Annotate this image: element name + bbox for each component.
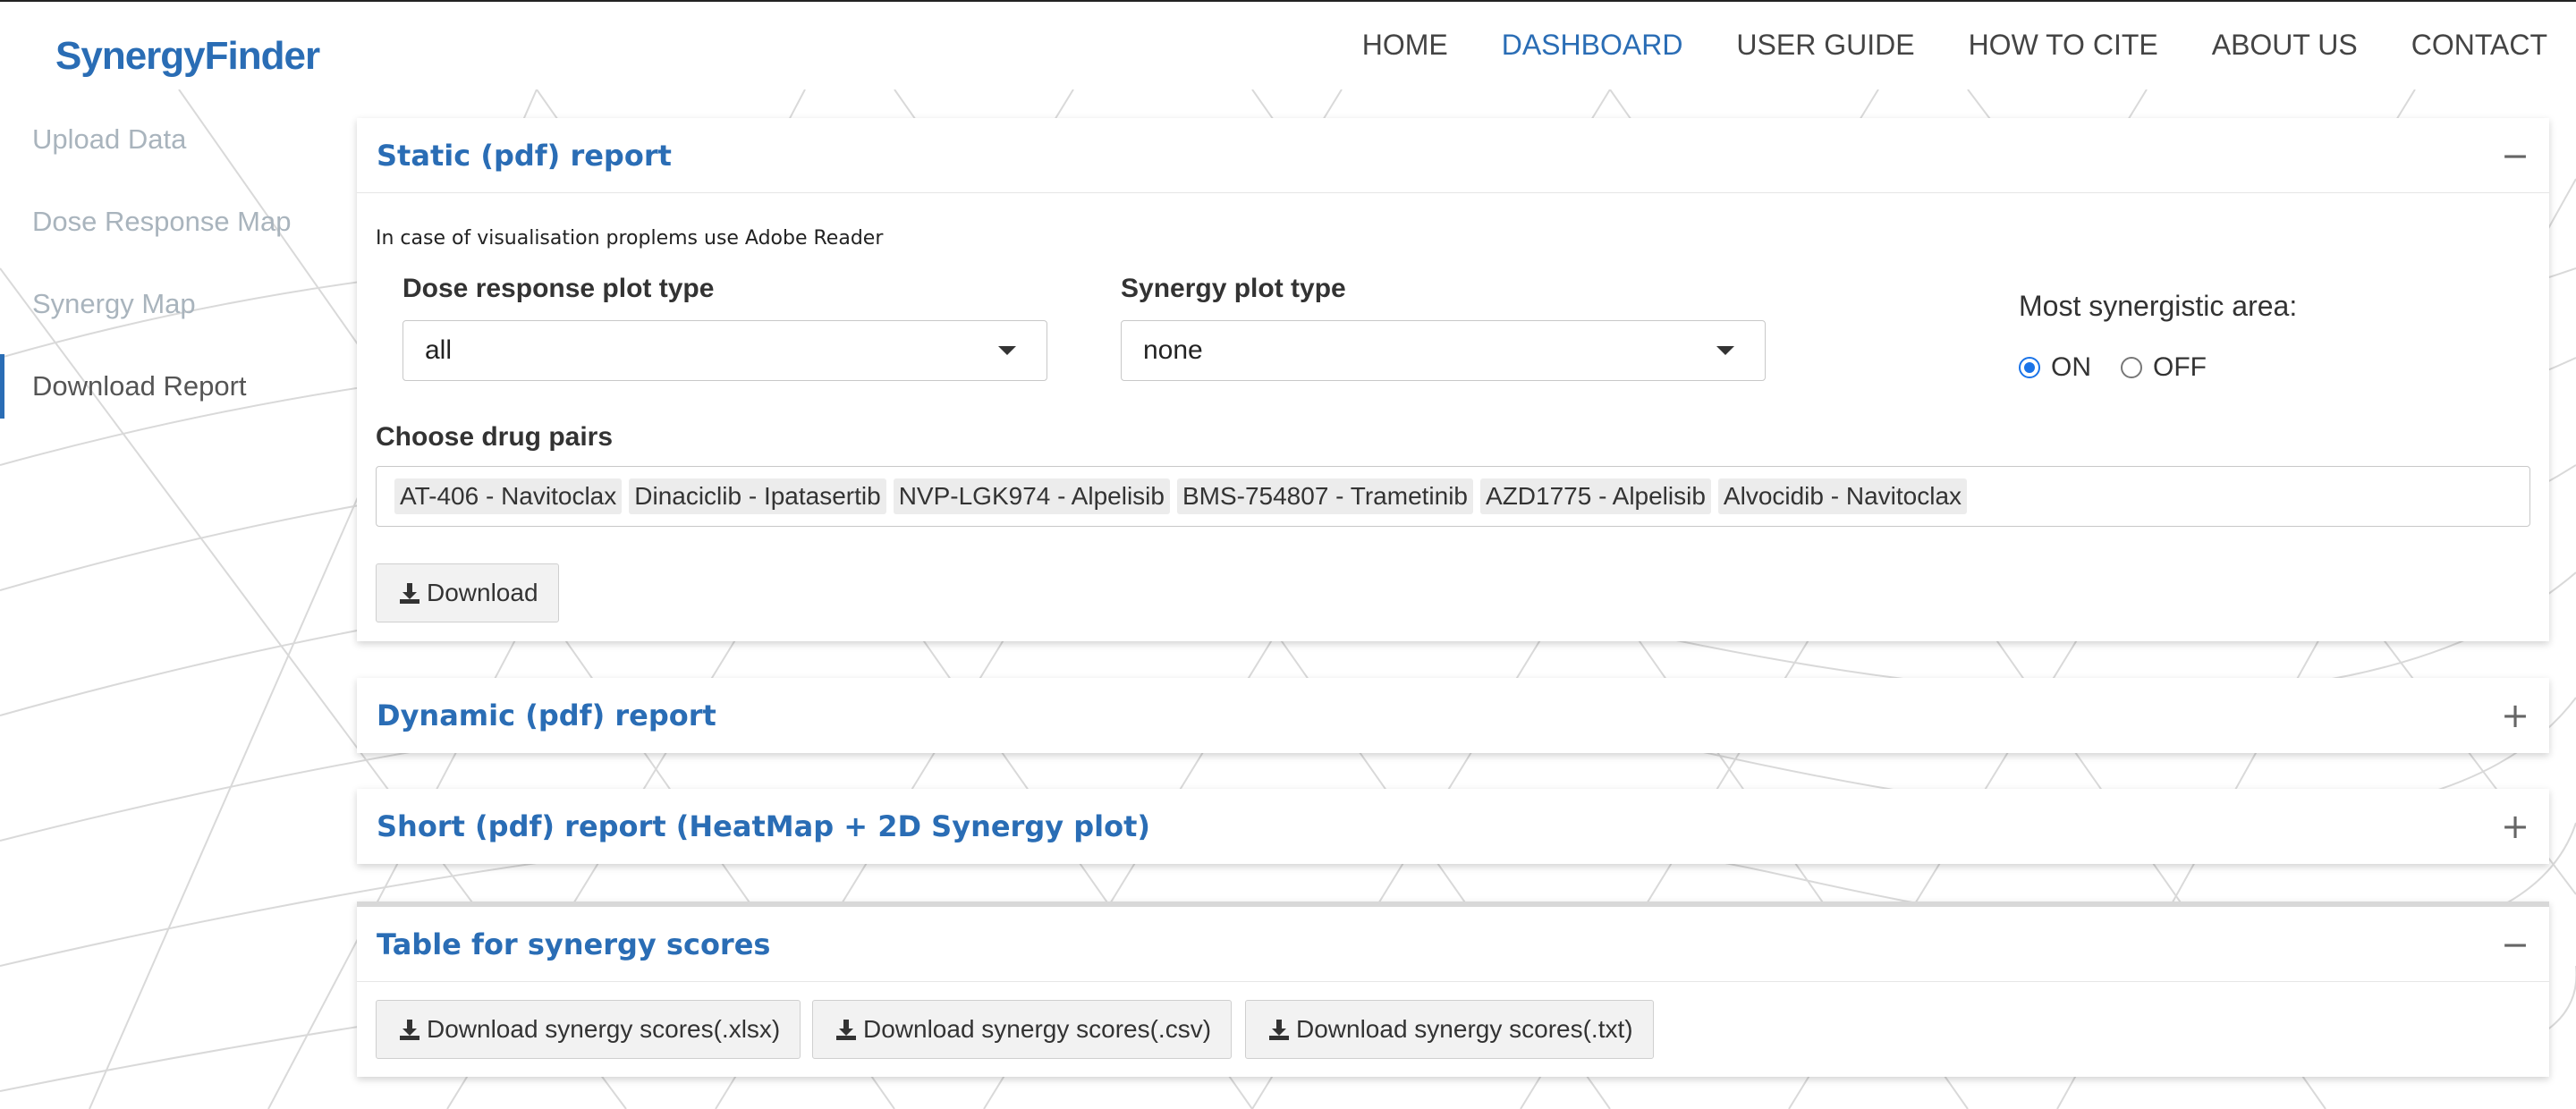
sidebar-item-download-report[interactable]: Download Report [0,345,340,428]
nav-how-to-cite[interactable]: HOW TO CITE [1969,29,2158,62]
panel-title: Dynamic (pdf) report [377,698,716,732]
radio-off-label: OFF [2153,352,2207,382]
download-csv-button[interactable]: Download synergy scores(.csv) [812,1000,1233,1059]
download-xlsx-button[interactable]: Download synergy scores(.xlsx) [376,1000,801,1059]
logo-text: SynergyFinder [55,34,320,78]
adobe-reader-note: In case of visualisation proplems use Ad… [376,227,884,250]
drug-pair-tag[interactable]: BMS-754807 - Trametinib [1176,478,1474,514]
download-label: Download [427,579,538,606]
expand-icon[interactable]: + [2501,809,2529,843]
panel-title: Table for synergy scores [377,927,771,961]
dose-plot-type-label: Dose response plot type [402,274,715,303]
most-synergistic-area-label: Most synergistic area: [2019,290,2298,322]
nav-home[interactable]: HOME [1362,29,1448,62]
expand-icon[interactable]: + [2501,698,2529,732]
caret-down-icon [1716,346,1734,355]
radio-on[interactable]: ON [2019,352,2091,383]
synergy-scores-table-panel: Table for synergy scores − Download syne… [357,902,2549,1077]
panel-title: Static (pdf) report [377,138,672,173]
static-report-body: In case of visualisation proplems use Ad… [357,193,2549,640]
collapse-icon[interactable]: − [2501,139,2529,173]
synergy-scores-body: Download synergy scores(.xlsx) Download … [357,982,2549,1077]
nav-dashboard[interactable]: DASHBOARD [1502,29,1683,62]
nav-about-us[interactable]: ABOUT US [2212,29,2358,62]
radio-on-label: ON [2051,352,2091,382]
nav-user-guide[interactable]: USER GUIDE [1736,29,1914,62]
drug-pair-tag[interactable]: Alvocidib - Navitoclax [1717,478,1968,514]
panel-title: Short (pdf) report (HeatMap + 2D Synergy… [377,809,1151,843]
sidebar-item-upload-data[interactable]: Upload Data [0,98,340,181]
nav-contact[interactable]: CONTACT [2411,29,2547,62]
radio-on-indicator[interactable] [2019,357,2040,378]
drug-pair-tag[interactable]: AT-406 - Navitoclax [394,478,623,514]
download-icon [400,583,419,604]
download-icon [836,1020,856,1040]
download-txt-label: Download synergy scores(.txt) [1296,1015,1633,1043]
radio-off-indicator[interactable] [2121,357,2142,378]
drug-pair-tag[interactable]: NVP-LGK974 - Alpelisib [893,478,1170,514]
download-txt-button[interactable]: Download synergy scores(.txt) [1245,1000,1654,1059]
synergy-scores-header[interactable]: Table for synergy scores − [357,907,2549,982]
top-navbar: SynergyFinder HOME DASHBOARD USER GUIDE … [0,0,2576,89]
drug-pair-tag[interactable]: AZD1775 - Alpelisib [1480,478,1711,514]
synergy-plot-type-value: none [1143,335,1203,365]
synergyfinder-logo[interactable]: SynergyFinder [55,25,320,88]
sidebar-item-dose-response-map[interactable]: Dose Response Map [0,181,340,263]
download-icon [1269,1020,1289,1040]
sidebar-item-synergy-map[interactable]: Synergy Map [0,263,340,345]
sidebar: Upload Data Dose Response Map Synergy Ma… [0,98,340,428]
dose-plot-type-select[interactable]: all [402,320,1047,381]
dose-plot-type-value: all [425,335,453,365]
short-report-header[interactable]: Short (pdf) report (HeatMap + 2D Synergy… [357,789,2549,864]
radio-off[interactable]: OFF [2121,352,2207,383]
choose-drug-pairs-label: Choose drug pairs [376,422,614,452]
dynamic-report-header[interactable]: Dynamic (pdf) report + [357,678,2549,753]
download-xlsx-label: Download synergy scores(.xlsx) [427,1015,781,1043]
collapse-icon[interactable]: − [2501,927,2529,961]
dynamic-report-panel: Dynamic (pdf) report + [357,678,2549,753]
drug-pair-tag[interactable]: Dinaciclib - Ipatasertib [629,478,886,514]
main-nav: HOME DASHBOARD USER GUIDE HOW TO CITE AB… [1309,29,2547,62]
download-button[interactable]: Download [376,563,559,622]
short-report-panel: Short (pdf) report (HeatMap + 2D Synergy… [357,789,2549,864]
download-icon [400,1020,419,1040]
synergy-plot-type-select[interactable]: none [1121,320,1766,381]
static-report-header[interactable]: Static (pdf) report − [357,118,2549,193]
download-csv-label: Download synergy scores(.csv) [863,1015,1212,1043]
synergy-plot-type-label: Synergy plot type [1121,274,1346,303]
drug-pairs-input[interactable]: AT-406 - Navitoclax Dinaciclib - Ipatase… [376,466,2530,527]
caret-down-icon [998,346,1016,355]
static-report-panel: Static (pdf) report − In case of visuali… [357,118,2549,641]
